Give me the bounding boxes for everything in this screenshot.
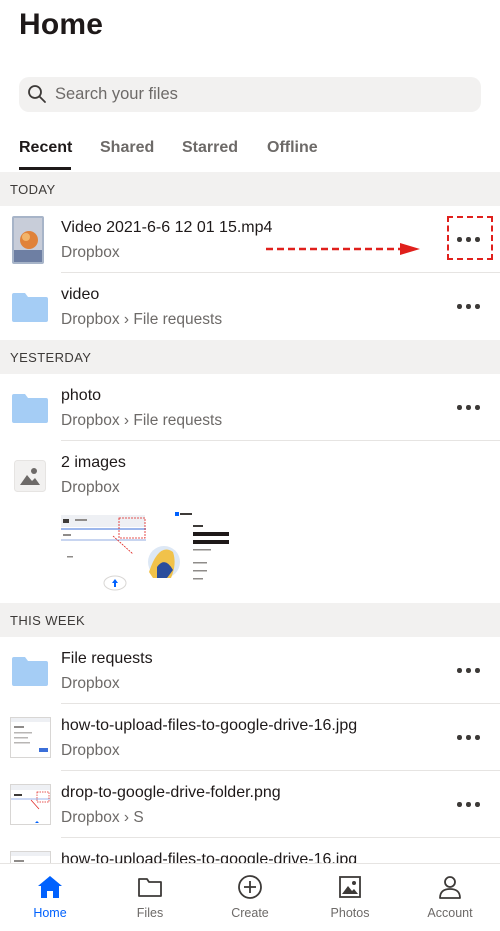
list-item[interactable]: photo Dropbox › File requests — [0, 374, 500, 441]
section-label: TODAY — [10, 182, 56, 197]
plus-circle-icon — [238, 875, 262, 899]
item-name: video — [61, 286, 100, 303]
section-label: THIS WEEK — [10, 613, 86, 628]
item-path: Dropbox — [61, 244, 120, 261]
item-name: 2 images — [61, 454, 126, 471]
more-options-button[interactable] — [456, 730, 482, 744]
nav-label: Photos — [330, 906, 370, 920]
nav-files[interactable]: Files — [100, 864, 200, 931]
screenshot-thumbnail-icon — [10, 851, 51, 863]
nav-label: Home — [33, 906, 67, 920]
section-header-today: TODAY — [0, 172, 500, 206]
person-icon — [439, 876, 461, 899]
video-thumbnail-icon — [12, 216, 44, 264]
section-header-yesterday: YESTERDAY — [0, 340, 500, 374]
item-path: Dropbox — [61, 675, 120, 692]
photo-icon — [339, 876, 361, 898]
nav-label: Files — [136, 906, 164, 920]
annotation-arrow — [266, 243, 420, 255]
list-item[interactable]: how-to-upload-files-to-google-drive-16.j… — [0, 704, 500, 771]
more-options-button[interactable] — [456, 400, 482, 414]
annotation-highlight-box — [447, 216, 493, 260]
folder-icon — [12, 657, 48, 686]
nav-home[interactable]: Home — [0, 864, 100, 931]
list-item[interactable]: Video 2021-6-6 12 01 15.mp4 Dropbox — [0, 206, 500, 273]
tab-starred[interactable]: Starred — [182, 139, 238, 157]
more-options-button[interactable] — [456, 299, 482, 313]
tab-bar: Recent Shared Starred Offline — [0, 130, 500, 172]
list-item[interactable]: drop-to-google-drive-folder.png Dropbox … — [0, 771, 500, 838]
home-icon — [38, 876, 62, 898]
tab-shared[interactable]: Shared — [100, 139, 154, 157]
header: Home — [0, 0, 500, 70]
image-preview-collage[interactable] — [61, 512, 231, 592]
item-name: File requests — [61, 650, 153, 667]
item-path: Dropbox — [61, 742, 120, 759]
page-title: Home — [19, 8, 104, 41]
list-item[interactable]: how-to-upload-files-to-google-drive-16.j… — [0, 838, 500, 863]
search-input[interactable]: Search your files — [55, 85, 178, 104]
folder-outline-icon — [138, 878, 162, 897]
active-tab-indicator — [19, 167, 71, 170]
nav-label: Create — [231, 906, 269, 920]
nav-photos[interactable]: Photos — [300, 864, 400, 931]
image-icon — [14, 460, 46, 492]
more-options-button[interactable] — [456, 663, 482, 677]
item-path: Dropbox — [61, 479, 120, 496]
tab-offline[interactable]: Offline — [267, 139, 318, 157]
section-header-this-week: THIS WEEK — [0, 603, 500, 637]
list-item[interactable]: File requests Dropbox — [0, 637, 500, 704]
search-bar[interactable]: Search your files — [19, 77, 481, 112]
item-name: drop-to-google-drive-folder.png — [61, 784, 281, 801]
tab-recent[interactable]: Recent — [19, 139, 72, 157]
folder-icon — [12, 293, 48, 322]
nav-account[interactable]: Account — [400, 864, 500, 931]
bottom-navigation: Home Files Create Photos Account — [0, 863, 500, 931]
section-label: YESTERDAY — [10, 350, 92, 365]
item-path: Dropbox › File requests — [61, 412, 223, 429]
nav-create[interactable]: Create — [200, 864, 300, 931]
more-options-button[interactable] — [456, 797, 482, 811]
list-item[interactable]: video Dropbox › File requests — [0, 273, 500, 340]
screenshot-thumbnail-icon — [10, 784, 51, 825]
item-name: how-to-upload-files-to-google-drive-16.j… — [61, 717, 358, 734]
search-icon — [28, 85, 46, 103]
nav-label: Account — [427, 906, 473, 920]
folder-icon — [12, 394, 48, 423]
item-name: photo — [61, 387, 102, 404]
item-path: Dropbox › S — [61, 809, 144, 826]
item-name: Video 2021-6-6 12 01 15.mp4 — [61, 219, 273, 236]
screenshot-thumbnail-icon — [10, 717, 51, 758]
item-name: how-to-upload-files-to-google-drive-16.j… — [61, 851, 358, 863]
item-path: Dropbox › File requests — [61, 311, 223, 328]
